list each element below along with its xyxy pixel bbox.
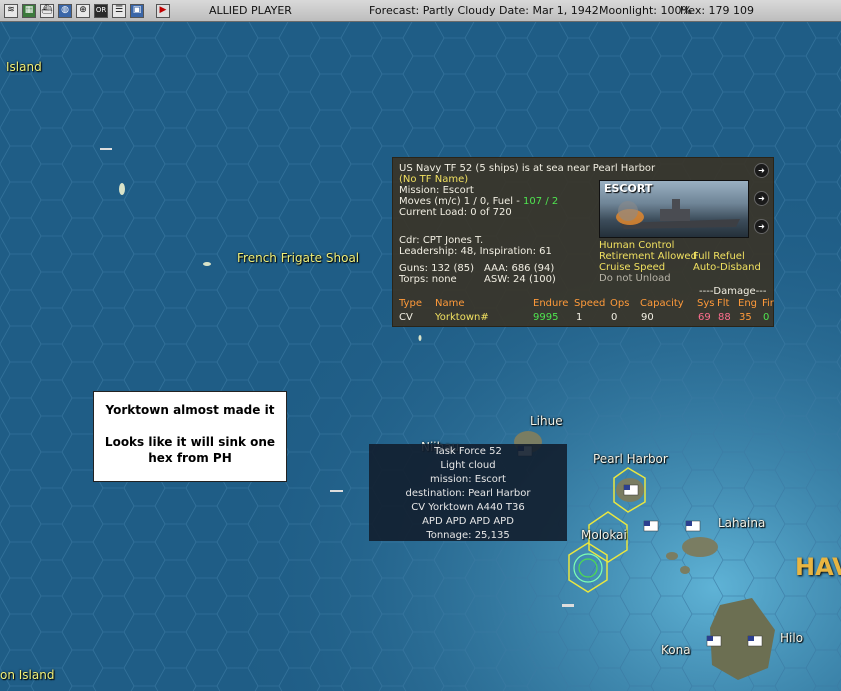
or-report-icon[interactable]: OR [94, 3, 108, 18]
overview-icon[interactable]: ≋ [4, 3, 18, 18]
next-arrow-icon[interactable]: ➜ [754, 219, 769, 234]
moonlight-label: Moonlight: 100% [599, 4, 692, 17]
row-eng: 35 [739, 312, 752, 323]
tf-guns: Guns: 132 (85) [399, 263, 474, 274]
option-unload[interactable]: Do not Unload [599, 273, 671, 284]
tooltip-destination: destination: Pearl Harbor [405, 488, 531, 499]
intel-icon[interactable]: ▣ [130, 3, 144, 18]
end-turn-icon[interactable]: ▶ [156, 3, 170, 18]
map-label-french-frigate-shoal: French Frigate Shoal [237, 251, 360, 265]
globe-icon[interactable]: ◍ [58, 3, 72, 18]
tooltip-escorts: APD APD APD APD [422, 516, 514, 527]
col-ops[interactable]: Ops [610, 298, 629, 309]
tf-torps: Torps: none [399, 274, 457, 285]
col-capacity[interactable]: Capacity [640, 298, 684, 309]
hex-map[interactable] [0, 0, 841, 691]
tooltip-title: Task Force 52 [434, 446, 502, 457]
tf-moves: Moves (m/c) 1 / 0, Fuel - 107 / 2 [399, 196, 558, 207]
tf-name-link[interactable]: (No TF Name) [399, 174, 468, 185]
option-cruise-speed[interactable]: Cruise Speed [599, 262, 665, 273]
map-label-hilo: Hilo [780, 631, 804, 645]
ship-illustration [616, 199, 740, 229]
map-label-lihue: Lihue [530, 414, 563, 428]
note-line-2: Looks like it will sink one [104, 435, 276, 449]
option-auto-disband[interactable]: Auto-Disband [693, 262, 761, 273]
row-capacity: 90 [641, 312, 654, 323]
col-flt[interactable]: Flt [717, 298, 729, 309]
row-ops: 0 [611, 312, 618, 323]
escort-mission-image[interactable]: ESCORT [599, 180, 749, 238]
tooltip-carrier: CV Yorktown A440 T36 [411, 502, 525, 513]
row-speed: 1 [576, 312, 583, 323]
tf-load: Current Load: 0 of 720 [399, 207, 512, 218]
col-sys[interactable]: Sys [697, 298, 714, 309]
date-label: Date: Mar 1, 1942 [499, 4, 599, 17]
map-label-pearl-harbor: Pearl Harbor [593, 452, 668, 466]
option-retirement[interactable]: Retirement Allowed [599, 251, 697, 262]
option-full-refuel[interactable]: Full Refuel [693, 251, 745, 262]
map-label-island: Island [6, 60, 42, 74]
top-toolbar: ≋ ▦ ⛴ ◍ ⊕ OR ☰ ▣ ▶ ALLIED PLAYER Forecas… [0, 0, 841, 22]
map-label-kona: Kona [661, 643, 691, 657]
tf-mission: Mission: Escort [399, 185, 474, 196]
tooltip-mission: mission: Escort [430, 474, 506, 485]
row-ship-name[interactable]: Yorktown# [435, 312, 489, 323]
next-arrow-icon[interactable]: ➜ [754, 163, 769, 178]
task-force-tooltip: Task Force 52 Light cloud mission: Escor… [369, 444, 567, 541]
damage-header: ----Damage--- [699, 286, 767, 297]
row-fir: 0 [763, 312, 770, 323]
col-speed[interactable]: Speed [574, 298, 605, 309]
row-flt: 88 [718, 312, 731, 323]
tf-moves-label: Moves (m/c) 1 / 0, Fuel - [399, 196, 524, 207]
col-type[interactable]: Type [399, 298, 422, 309]
task-force-panel[interactable]: US Navy TF 52 (5 ships) is at sea near P… [392, 157, 774, 327]
player-label: ALLIED PLAYER [209, 4, 292, 17]
annotation-note: Yorktown almost made it Looks like it wi… [93, 391, 287, 482]
tf-commander[interactable]: Cdr: CPT Jones T. [399, 235, 483, 246]
tf-asw: ASW: 24 (100) [484, 274, 556, 285]
list-icon[interactable]: ☰ [112, 3, 126, 18]
target-icon[interactable]: ⊕ [76, 3, 90, 18]
map-label-hawaii: HAV [795, 553, 841, 581]
hex-label: Hex: 179 109 [680, 4, 755, 17]
col-eng[interactable]: Eng [738, 298, 757, 309]
ship-icon[interactable]: ⛴ [40, 3, 54, 18]
next-arrow-icon[interactable]: ➜ [754, 191, 769, 206]
option-human-control[interactable]: Human Control [599, 240, 674, 251]
row-type: CV [399, 312, 413, 323]
tf-header: US Navy TF 52 (5 ships) is at sea near P… [399, 163, 656, 174]
forecast-label: Forecast: Partly Cloudy [369, 4, 496, 17]
row-endure: 9995 [533, 312, 559, 323]
tf-fuel-value: 107 / 2 [523, 196, 559, 207]
map-label-johnston-island: on Island [0, 668, 55, 682]
note-line-3: hex from PH [148, 451, 232, 465]
col-fir[interactable]: Fir [762, 298, 774, 309]
tooltip-tonnage: Tonnage: 25,135 [426, 530, 510, 541]
col-name[interactable]: Name [435, 298, 465, 309]
tf-aaa: AAA: 686 (94) [484, 263, 555, 274]
tooltip-weather: Light cloud [440, 460, 496, 471]
row-sys: 69 [698, 312, 711, 323]
note-line-1: Yorktown almost made it [105, 403, 275, 417]
map-label-lahaina: Lahaina [718, 516, 766, 530]
tf-leadership: Leadership: 48, Inspiration: 61 [399, 246, 552, 257]
map-icon[interactable]: ▦ [22, 3, 36, 18]
map-label-molokai: Molokai [581, 528, 627, 542]
col-endure[interactable]: Endure [533, 298, 568, 309]
